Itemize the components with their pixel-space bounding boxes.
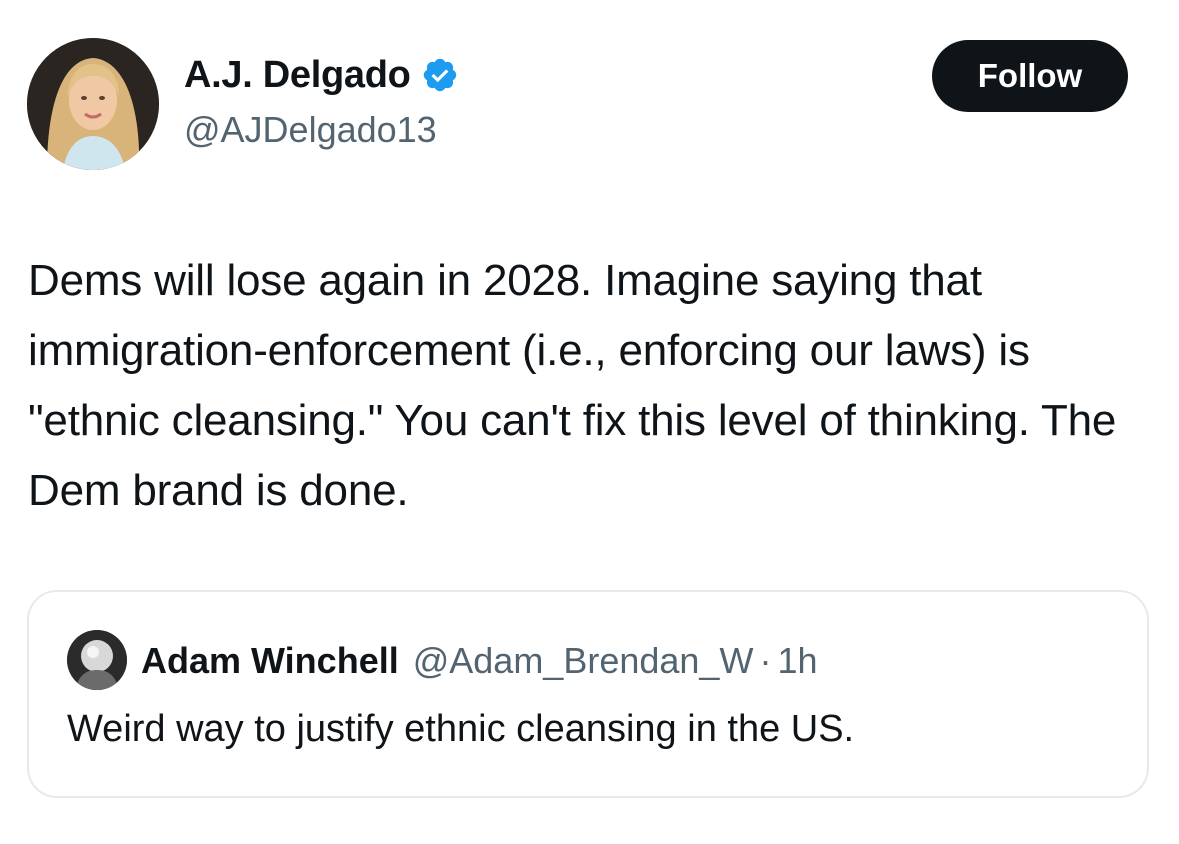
avatar-portrait-image [27,38,159,170]
quoted-tweet-text: Weird way to justify ethnic cleansing in… [67,708,855,750]
tweet-text: Dems will lose again in 2028. Imagine sa… [28,256,1117,515]
quoted-tweet-header: Adam Winchell @Adam_Brendan_W · 1h [141,636,817,686]
quoted-author-avatar[interactable] [67,630,127,690]
separator-dot: · [759,640,772,681]
follow-button[interactable]: Follow [932,40,1128,112]
quoted-author-handle[interactable]: @Adam_Brendan_W [413,640,754,682]
author-avatar[interactable] [27,38,159,170]
quoted-avatar-image [67,630,127,690]
author-handle[interactable]: @AJDelgado13 [184,108,437,152]
quoted-tweet-card[interactable]: Adam Winchell @Adam_Brendan_W · 1h Weird… [27,590,1149,798]
author-display-name-row[interactable]: A.J. Delgado [184,52,459,98]
verified-badge-icon[interactable] [421,56,459,94]
quoted-author-display-name[interactable]: Adam Winchell [141,640,399,682]
author-display-name[interactable]: A.J. Delgado [184,52,411,98]
quoted-tweet-timestamp[interactable]: 1h [777,640,817,682]
